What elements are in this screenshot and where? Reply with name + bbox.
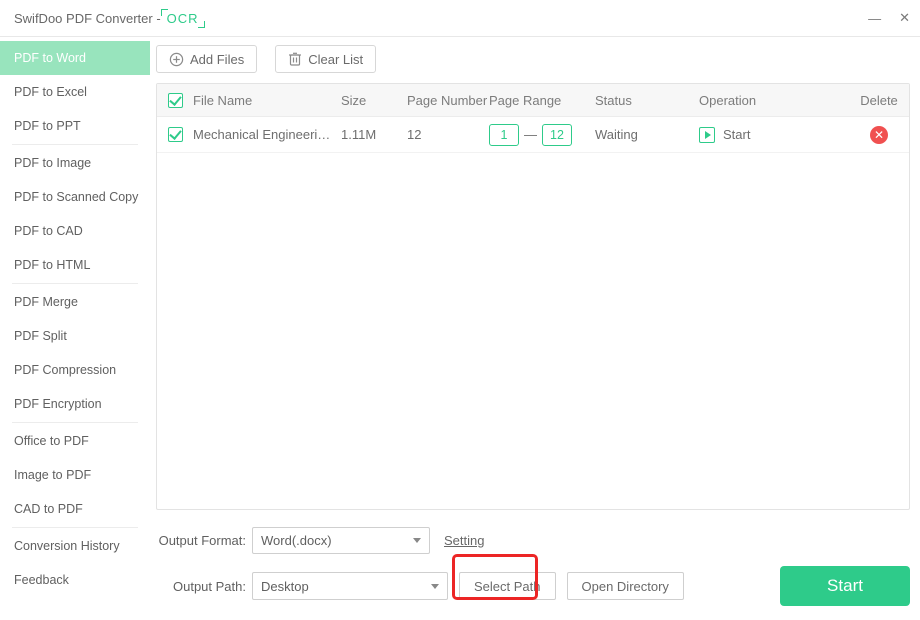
sidebar-item-cad-to-pdf[interactable]: CAD to PDF: [0, 492, 150, 526]
range-from-input[interactable]: 1: [489, 124, 519, 146]
table-header: File Name Size Page Number Page Range St…: [157, 84, 909, 117]
sidebar-item-pdf-to-scanned-copy[interactable]: PDF to Scanned Copy: [0, 180, 150, 214]
clear-list-label: Clear List: [308, 52, 363, 67]
sidebar-item-feedback[interactable]: Feedback: [0, 563, 150, 597]
output-format-value: Word(.docx): [261, 533, 332, 548]
delete-row-button[interactable]: ✕: [870, 126, 888, 144]
main-panel: Add Files Clear List File Name Size Page…: [150, 37, 920, 620]
sidebar-item-pdf-merge[interactable]: PDF Merge: [0, 285, 150, 319]
range-dash: —: [524, 127, 537, 142]
sidebar-item-pdf-to-excel[interactable]: PDF to Excel: [0, 75, 150, 109]
row-checkbox[interactable]: [168, 127, 183, 142]
output-path-value: Desktop: [261, 579, 309, 594]
select-path-button[interactable]: Select Path: [459, 572, 556, 600]
cell-size: 1.11M: [341, 127, 407, 142]
operation-label: Start: [723, 127, 750, 142]
sidebar-item-conversion-history[interactable]: Conversion History: [0, 529, 150, 563]
sidebar-item-pdf-to-html[interactable]: PDF to HTML: [0, 248, 150, 282]
plus-circle-icon: [169, 52, 184, 67]
cell-page-range: 1 — 12: [489, 124, 595, 146]
col-delete: Delete: [849, 93, 909, 108]
table-row: Mechanical Engineering... 1.11M 12 1 — 1…: [157, 117, 909, 153]
toolbar: Add Files Clear List: [156, 45, 910, 73]
output-path-select[interactable]: Desktop: [252, 572, 448, 600]
output-panel: Output Format: Word(.docx) Setting Outpu…: [156, 510, 910, 606]
chevron-down-icon: [431, 584, 439, 589]
start-button[interactable]: Start: [780, 566, 910, 606]
open-directory-button[interactable]: Open Directory: [567, 572, 684, 600]
cell-page-number: 12: [407, 127, 489, 142]
cell-status: Waiting: [595, 127, 699, 142]
cell-operation[interactable]: Start: [699, 127, 849, 143]
select-all-checkbox[interactable]: [168, 93, 183, 108]
sidebar-divider: [12, 527, 138, 528]
file-table: File Name Size Page Number Page Range St…: [156, 83, 910, 510]
sidebar-item-pdf-compression[interactable]: PDF Compression: [0, 353, 150, 387]
sidebar-divider: [12, 283, 138, 284]
sidebar-item-pdf-to-ppt[interactable]: PDF to PPT: [0, 109, 150, 143]
col-status: Status: [595, 93, 699, 108]
setting-link[interactable]: Setting: [444, 533, 484, 548]
col-page-number: Page Number: [407, 93, 489, 108]
sidebar-divider: [12, 144, 138, 145]
sidebar-item-pdf-to-word[interactable]: PDF to Word: [0, 41, 150, 75]
col-file-name: File Name: [193, 93, 341, 108]
col-page-range: Page Range: [489, 93, 595, 108]
app-title: SwifDoo PDF Converter -: [14, 11, 161, 26]
sidebar-item-pdf-to-image[interactable]: PDF to Image: [0, 146, 150, 180]
output-format-select[interactable]: Word(.docx): [252, 527, 430, 554]
cell-file-name: Mechanical Engineering...: [193, 127, 341, 142]
chevron-down-icon: [413, 538, 421, 543]
ocr-badge[interactable]: OCR: [163, 11, 203, 26]
output-path-label: Output Path:: [156, 579, 246, 594]
sidebar: PDF to WordPDF to ExcelPDF to PPTPDF to …: [0, 37, 150, 620]
sidebar-item-office-to-pdf[interactable]: Office to PDF: [0, 424, 150, 458]
close-icon[interactable]: ✕: [899, 10, 910, 26]
output-format-label: Output Format:: [156, 533, 246, 548]
sidebar-item-pdf-to-cad[interactable]: PDF to CAD: [0, 214, 150, 248]
clear-list-button[interactable]: Clear List: [275, 45, 376, 73]
sidebar-item-pdf-split[interactable]: PDF Split: [0, 319, 150, 353]
play-icon: [699, 127, 715, 143]
range-to-input[interactable]: 12: [542, 124, 572, 146]
add-files-label: Add Files: [190, 52, 244, 67]
add-files-button[interactable]: Add Files: [156, 45, 257, 73]
col-size: Size: [341, 93, 407, 108]
col-operation: Operation: [699, 93, 849, 108]
sidebar-divider: [12, 422, 138, 423]
sidebar-item-pdf-encryption[interactable]: PDF Encryption: [0, 387, 150, 421]
trash-icon: [288, 52, 302, 67]
sidebar-item-image-to-pdf[interactable]: Image to PDF: [0, 458, 150, 492]
minimize-icon[interactable]: —: [868, 11, 881, 26]
title-bar: SwifDoo PDF Converter - OCR — ✕: [0, 0, 920, 36]
